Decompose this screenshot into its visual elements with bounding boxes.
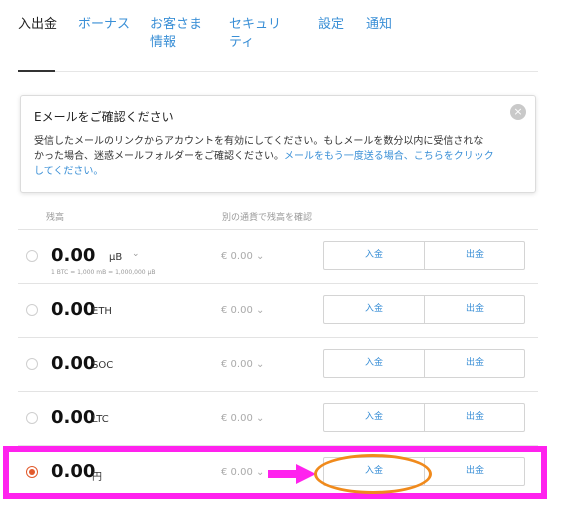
deposit-button[interactable]: 入金: [324, 242, 425, 269]
action-button-group: 入金 出金: [323, 241, 525, 270]
currency-unit: SOC: [92, 360, 114, 371]
chevron-down-icon: ⌄: [256, 359, 265, 370]
notice-body-line1: 受信したメールのリンクからアカウントを有効にしてください。もしメールを数分以内に…: [34, 136, 484, 147]
balance-column-header: 残高: [46, 213, 65, 223]
withdraw-button[interactable]: 出金: [425, 296, 525, 323]
chevron-down-icon: ⌄: [256, 305, 265, 316]
deposit-button[interactable]: 入金: [324, 404, 425, 431]
tab-notifications[interactable]: 通知: [366, 16, 392, 34]
deposit-button[interactable]: 入金: [324, 296, 425, 323]
notice-title: Eメールをご確認ください: [34, 110, 174, 124]
converted-balance-value: € 0.00: [221, 413, 253, 424]
currency-radio[interactable]: [26, 358, 38, 370]
balance-row-ltc: 0.00 LTC € 0.00 ⌄ 入金 出金: [18, 391, 538, 445]
tabs-divider: [18, 71, 538, 72]
email-confirm-notice: Eメールをご確認ください × 受信したメールのリンクからアカウントを有効にしてく…: [20, 95, 536, 193]
tab-bar: 入出金 ボーナス お客さま 情報 セキュリ ティ 設定 通知: [0, 0, 566, 72]
converted-balance-dropdown[interactable]: € 0.00 ⌄: [221, 251, 264, 262]
tab-customer-info[interactable]: お客さま 情報: [150, 16, 202, 52]
currency-unit: μB: [109, 252, 123, 263]
tab-customer-info-line1: お客さま: [150, 17, 203, 32]
withdraw-button[interactable]: 出金: [425, 350, 525, 377]
converted-balance-dropdown[interactable]: € 0.00 ⌄: [221, 359, 264, 370]
converted-balance-value: € 0.00: [221, 359, 253, 370]
unit-chevron-down-icon[interactable]: ⌄: [132, 249, 140, 259]
balance-amount: 0.00: [51, 353, 96, 374]
tab-security-line1: セキュリ: [229, 17, 282, 32]
tab-deposit-withdraw[interactable]: 入出金: [18, 16, 57, 34]
tab-security-line2: ティ: [229, 35, 255, 50]
notice-body: 受信したメールのリンクからアカウントを有効にしてください。もしメールを数分以内に…: [34, 134, 524, 179]
converted-balance-dropdown[interactable]: € 0.00 ⌄: [221, 413, 264, 424]
action-button-group: 入金 出金: [323, 295, 525, 324]
resend-email-link-cont[interactable]: してください。: [34, 166, 103, 177]
tab-settings[interactable]: 設定: [318, 16, 344, 34]
balance-amount: 0.00: [51, 245, 96, 266]
action-button-group: 入金 出金: [323, 349, 525, 378]
balance-amount: 0.00: [51, 299, 96, 320]
circle-annotation: [314, 454, 432, 494]
balance-row-soc: 0.00 SOC € 0.00 ⌄ 入金 出金: [18, 337, 538, 391]
notice-body-line2: かった場合、迷惑メールフォルダーをご確認ください。: [34, 151, 284, 162]
arrow-right-icon: [268, 464, 316, 484]
other-currency-column-header: 別の通貨で残高を確認: [222, 213, 313, 223]
converted-balance-dropdown[interactable]: € 0.00 ⌄: [221, 305, 264, 316]
active-tab-indicator: [18, 70, 55, 72]
withdraw-button[interactable]: 出金: [425, 242, 525, 269]
close-icon[interactable]: ×: [510, 104, 526, 120]
balance-amount: 0.00: [51, 407, 96, 428]
balance-row-btc: 0.00 μB ⌄ 1 BTC = 1,000 mB = 1,000,000 μ…: [18, 229, 538, 283]
tab-customer-info-line2: 情報: [150, 35, 177, 50]
withdraw-button[interactable]: 出金: [425, 404, 525, 431]
chevron-down-icon: ⌄: [256, 251, 265, 262]
unit-conversion-note: 1 BTC = 1,000 mB = 1,000,000 μB: [51, 269, 156, 276]
converted-balance-value: € 0.00: [221, 251, 253, 262]
converted-balance-value: € 0.00: [221, 305, 253, 316]
deposit-button[interactable]: 入金: [324, 350, 425, 377]
tab-bonus[interactable]: ボーナス: [78, 16, 130, 34]
currency-radio[interactable]: [26, 304, 38, 316]
action-button-group: 入金 出金: [323, 403, 525, 432]
currency-radio[interactable]: [26, 250, 38, 262]
chevron-down-icon: ⌄: [256, 413, 265, 424]
balance-row-eth: 0.00 ETH € 0.00 ⌄ 入金 出金: [18, 283, 538, 337]
currency-radio[interactable]: [26, 412, 38, 424]
tab-security[interactable]: セキュリ ティ: [229, 16, 281, 52]
currency-unit: ETH: [92, 306, 112, 317]
currency-unit: LTC: [92, 414, 109, 425]
resend-email-link[interactable]: メールをもう一度送る場合、こちらをクリック: [284, 151, 494, 162]
